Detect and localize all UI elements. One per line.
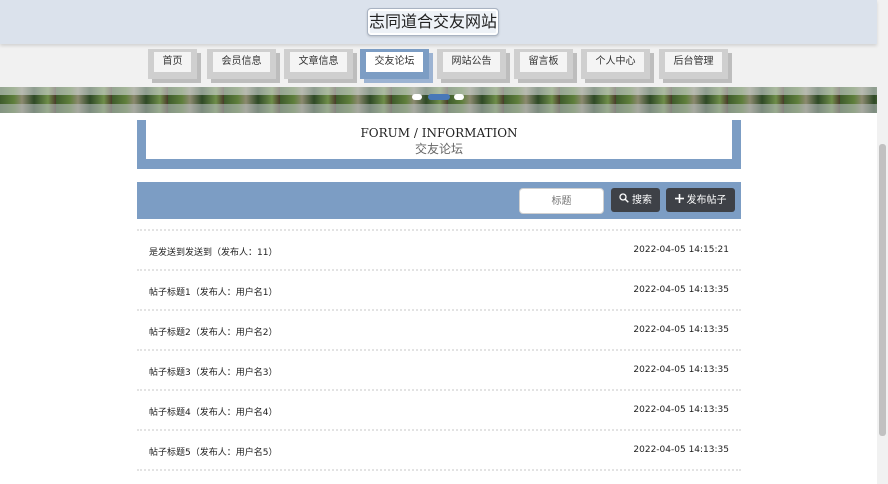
post-title[interactable]: 帖子标题4（发布人：用户名4） bbox=[149, 405, 277, 418]
nav-item-profile[interactable]: 个人中心 bbox=[581, 49, 650, 79]
nav-item-label: 文章信息 bbox=[290, 52, 347, 72]
post-title[interactable]: 是发送到发送到（发布人：11） bbox=[149, 245, 277, 258]
site-title: 志同道合交友网站 bbox=[367, 8, 499, 36]
nav-item-guestbook[interactable]: 留言板 bbox=[514, 49, 573, 79]
nav-item-home[interactable]: 首页 bbox=[148, 49, 197, 79]
post-row[interactable]: 帖子标题5（发布人：用户名5） 2022-04-05 14:13:35 bbox=[137, 429, 741, 471]
post-title[interactable]: 帖子标题1（发布人：用户名1） bbox=[149, 285, 277, 298]
search-icon bbox=[619, 188, 629, 212]
forum-heading-box: FORUM / INFORMATION 交友论坛 bbox=[146, 120, 732, 159]
plus-icon bbox=[674, 188, 684, 212]
nav-item-label: 交友论坛 bbox=[366, 52, 423, 72]
search-input[interactable] bbox=[519, 188, 604, 214]
forum-heading-cn: 交友论坛 bbox=[414, 142, 463, 156]
post-time: 2022-04-05 14:13:35 bbox=[633, 405, 729, 415]
carousel-indicators bbox=[412, 94, 466, 102]
page-scrollbar[interactable] bbox=[877, 0, 888, 484]
carousel-dot[interactable] bbox=[412, 94, 422, 100]
carousel-dot-active[interactable] bbox=[428, 94, 450, 100]
post-title[interactable]: 帖子标题5（发布人：用户名5） bbox=[149, 445, 277, 458]
search-button-label: 搜索 bbox=[632, 195, 652, 206]
main-nav: 首页 会员信息 文章信息 交友论坛 网站公告 留言板 个人中心 后台管理 bbox=[0, 44, 877, 87]
post-row[interactable]: 帖子标题1（发布人：用户名1） 2022-04-05 14:13:35 bbox=[137, 269, 741, 311]
list-divider bbox=[137, 469, 741, 471]
nav-item-label: 会员信息 bbox=[213, 52, 270, 72]
post-title[interactable]: 帖子标题2（发布人：用户名2） bbox=[149, 325, 277, 338]
forum-heading-panel: FORUM / INFORMATION 交友论坛 bbox=[137, 120, 741, 169]
banner-ground bbox=[0, 104, 877, 113]
post-time: 2022-04-05 14:13:35 bbox=[633, 325, 729, 335]
post-row[interactable]: 是发送到发送到（发布人：11） 2022-04-05 14:15:21 bbox=[137, 229, 741, 271]
post-time: 2022-04-05 14:13:35 bbox=[633, 285, 729, 295]
post-row[interactable]: 帖子标题3（发布人：用户名3） 2022-04-05 14:13:35 bbox=[137, 349, 741, 391]
carousel-dot[interactable] bbox=[454, 94, 464, 100]
post-row[interactable]: 帖子标题4（发布人：用户名4） 2022-04-05 14:13:35 bbox=[137, 389, 741, 431]
top-header: 志同道合交友网站 bbox=[0, 0, 877, 44]
post-time: 2022-04-05 14:13:35 bbox=[633, 445, 729, 455]
nav-item-label: 首页 bbox=[154, 52, 191, 72]
nav-item-announcements[interactable]: 网站公告 bbox=[437, 49, 506, 79]
nav-item-label: 个人中心 bbox=[587, 52, 644, 72]
banner-carousel bbox=[0, 87, 877, 113]
post-row[interactable]: 帖子标题2（发布人：用户名2） 2022-04-05 14:13:35 bbox=[137, 309, 741, 351]
post-button-label: 发布帖子 bbox=[686, 195, 727, 206]
nav-item-admin[interactable]: 后台管理 bbox=[659, 49, 728, 79]
nav-item-forum[interactable]: 交友论坛 bbox=[360, 49, 429, 79]
nav-item-label: 后台管理 bbox=[665, 52, 722, 72]
forum-toolbar: 搜索 发布帖子 bbox=[137, 182, 741, 219]
post-button[interactable]: 发布帖子 bbox=[666, 188, 735, 212]
post-title[interactable]: 帖子标题3（发布人：用户名3） bbox=[149, 365, 277, 378]
post-time: 2022-04-05 14:15:21 bbox=[633, 245, 729, 255]
scrollbar-thumb[interactable] bbox=[879, 144, 886, 436]
nav-item-articles[interactable]: 文章信息 bbox=[284, 49, 353, 79]
post-time: 2022-04-05 14:13:35 bbox=[633, 365, 729, 375]
nav-item-members[interactable]: 会员信息 bbox=[207, 49, 276, 79]
nav-item-label: 网站公告 bbox=[443, 52, 500, 72]
nav-item-label: 留言板 bbox=[520, 52, 567, 72]
search-button[interactable]: 搜索 bbox=[611, 188, 660, 212]
forum-heading-en: FORUM / INFORMATION bbox=[360, 126, 518, 140]
